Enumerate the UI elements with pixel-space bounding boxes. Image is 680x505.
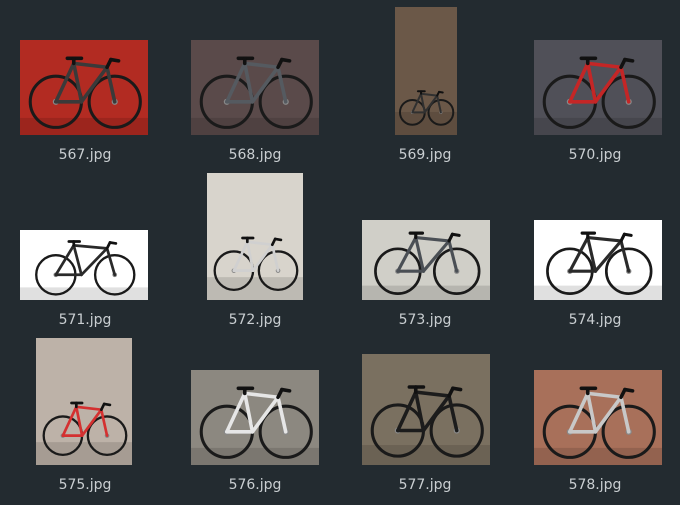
grey-roadbike-icon <box>191 56 319 135</box>
file-name: 568.jpg <box>228 147 282 163</box>
image-thumbnail[interactable] <box>534 40 662 135</box>
file-name: 575.jpg <box>58 477 112 493</box>
image-thumbnail[interactable] <box>534 370 662 465</box>
file-item[interactable]: 577.jpg <box>340 340 510 505</box>
silver-gravel-bike-icon <box>534 386 662 465</box>
red-white-roadbike-icon <box>36 401 132 465</box>
file-name: 571.jpg <box>58 312 112 328</box>
image-thumbnail[interactable] <box>191 40 319 135</box>
black-ebike-icon <box>362 385 490 465</box>
image-thumbnail[interactable] <box>36 338 132 465</box>
image-thumbnail[interactable] <box>362 220 490 300</box>
file-item[interactable]: 578.jpg <box>510 340 680 505</box>
image-thumbnail[interactable] <box>191 370 319 465</box>
file-item[interactable]: 575.jpg <box>0 338 170 505</box>
image-thumbnail[interactable] <box>20 40 148 135</box>
file-name: 577.jpg <box>398 477 452 493</box>
black-endurance-bike-icon <box>534 231 662 300</box>
white-yard-bike-icon <box>191 386 319 465</box>
image-thumbnail[interactable] <box>362 354 490 465</box>
file-name: 574.jpg <box>568 312 622 328</box>
file-item[interactable]: 571.jpg <box>0 175 170 340</box>
image-thumbnail[interactable] <box>20 230 148 300</box>
file-name: 570.jpg <box>568 147 622 163</box>
file-item[interactable]: 569.jpg <box>340 7 510 175</box>
image-thumbnail[interactable] <box>534 220 662 300</box>
image-thumbnail[interactable] <box>395 7 457 135</box>
red-classic-roadbike-icon <box>534 56 662 135</box>
file-name: 567.jpg <box>58 147 112 163</box>
vertical-roadbike-icon <box>395 90 457 135</box>
file-item[interactable]: 572.jpg <box>170 173 340 340</box>
file-item[interactable]: 567.jpg <box>0 10 170 175</box>
file-item[interactable]: 576.jpg <box>170 340 340 505</box>
file-name: 569.jpg <box>398 147 452 163</box>
black-hybrid-bike-icon <box>20 240 148 300</box>
file-item[interactable]: 574.jpg <box>510 175 680 340</box>
image-thumbnail[interactable] <box>207 173 303 300</box>
file-item[interactable]: 570.jpg <box>510 10 680 175</box>
red-wall-bike-icon <box>20 56 148 135</box>
dark-commuter-bike-icon <box>362 231 490 300</box>
file-name: 573.jpg <box>398 312 452 328</box>
file-name: 578.jpg <box>568 477 622 493</box>
file-name: 572.jpg <box>228 312 282 328</box>
file-item[interactable]: 573.jpg <box>340 175 510 340</box>
file-item[interactable]: 568.jpg <box>170 10 340 175</box>
white-gravel-bike-icon <box>207 236 303 300</box>
file-name: 576.jpg <box>228 477 282 493</box>
